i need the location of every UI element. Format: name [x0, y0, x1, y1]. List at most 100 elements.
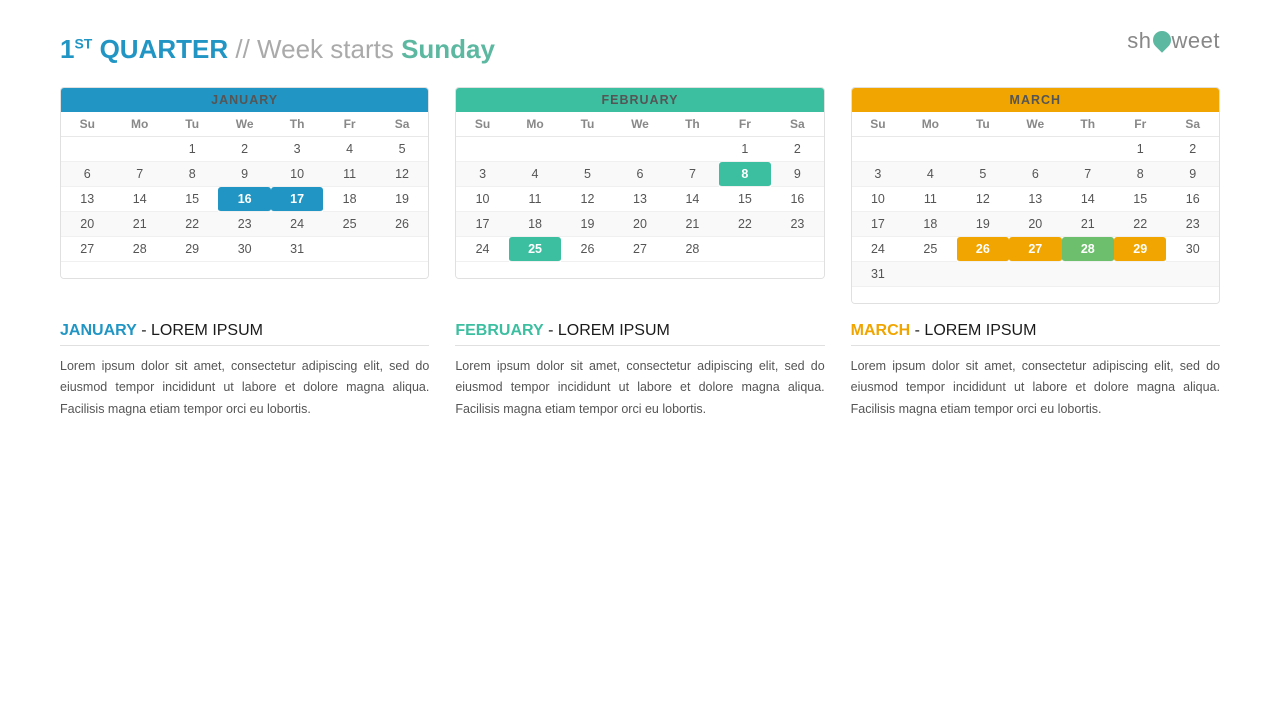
day-cell: 23: [771, 212, 824, 237]
day-cell: 7: [113, 162, 165, 187]
day-cell: [323, 237, 375, 262]
calendar-january: JANUARYSuMoTuWeThFrSa1234567891011121314…: [60, 87, 429, 304]
week-start-day: Sunday: [401, 34, 495, 64]
day-cell: [614, 137, 666, 162]
day-cell: 27: [614, 237, 666, 262]
info-body: Lorem ipsum dolor sit amet, consectetur …: [60, 356, 429, 420]
day-cell: 13: [1009, 187, 1061, 212]
day-cell: 28: [666, 237, 718, 262]
day-cell: 4: [509, 162, 561, 187]
day-cell: 31: [852, 262, 904, 287]
day-cell: 12: [561, 187, 613, 212]
day-cell: [456, 137, 508, 162]
day-cell: [376, 237, 429, 262]
day-cell: 30: [218, 237, 270, 262]
day-cell: 17: [456, 212, 508, 237]
info-title-february: FEBRUARY - LOREM IPSUM: [455, 322, 824, 340]
day-cell: 3: [271, 137, 323, 162]
logo-text-weet: weet: [1172, 28, 1220, 53]
day-cell: 6: [1009, 162, 1061, 187]
day-cell: 5: [561, 162, 613, 187]
info-title-suffix: - LOREM IPSUM: [137, 322, 263, 339]
day-cell: 11: [323, 162, 375, 187]
day-cell: [666, 137, 718, 162]
day-cell: 24: [852, 237, 904, 262]
day-cell: 22: [1114, 212, 1166, 237]
day-cell: 28: [1062, 237, 1114, 262]
info-divider: [455, 345, 824, 346]
dow-cell: Mo: [113, 112, 165, 137]
info-month-name: MARCH: [851, 322, 911, 339]
day-cell: 4: [323, 137, 375, 162]
day-cell: 13: [61, 187, 113, 212]
day-cell: 21: [1062, 212, 1114, 237]
cal-table-january: JANUARYSuMoTuWeThFrSa1234567891011121314…: [60, 87, 429, 279]
dow-cell: We: [1009, 112, 1061, 137]
day-cell: [1009, 137, 1061, 162]
dow-cell: Th: [271, 112, 323, 137]
day-cell: 18: [904, 212, 956, 237]
day-cell: [904, 137, 956, 162]
day-cell: 26: [957, 237, 1009, 262]
day-cell: 9: [1166, 162, 1219, 187]
day-cell: 29: [166, 237, 218, 262]
day-cell: 15: [719, 187, 771, 212]
day-cell: 12: [376, 162, 429, 187]
dow-cell: Th: [1062, 112, 1114, 137]
day-cell: 10: [271, 162, 323, 187]
day-cell: [719, 237, 771, 262]
day-cell: 29: [1114, 237, 1166, 262]
dow-cell: Sa: [1166, 112, 1219, 137]
dow-cell: Th: [666, 112, 718, 137]
day-cell: [904, 262, 956, 287]
day-cell: 8: [719, 162, 771, 187]
dow-cell: We: [218, 112, 270, 137]
dow-cell: Tu: [561, 112, 613, 137]
dow-cell: Fr: [719, 112, 771, 137]
cal-month-header-january: JANUARY: [61, 88, 428, 112]
subtitle: 1ST QUARTER // Week starts Sunday: [60, 34, 1220, 65]
info-body: Lorem ipsum dolor sit amet, consectetur …: [455, 356, 824, 420]
dow-cell: Mo: [904, 112, 956, 137]
day-cell: [957, 137, 1009, 162]
day-cell: 27: [1009, 237, 1061, 262]
cal-table-february: FEBRUARYSuMoTuWeThFrSa123456789101112131…: [455, 87, 824, 279]
dow-cell: Fr: [323, 112, 375, 137]
day-cell: 3: [456, 162, 508, 187]
info-block-january: JANUARY - LOREM IPSUM Lorem ipsum dolor s…: [60, 322, 429, 420]
day-cell: 18: [509, 212, 561, 237]
info-section: JANUARY - LOREM IPSUM Lorem ipsum dolor s…: [60, 322, 1220, 420]
day-cell: 2: [1166, 137, 1219, 162]
day-cell: 25: [904, 237, 956, 262]
info-month-name: FEBRUARY: [455, 322, 543, 339]
day-cell: 25: [323, 212, 375, 237]
dow-cell: Sa: [771, 112, 824, 137]
calendars-row: JANUARYSuMoTuWeThFrSa1234567891011121314…: [60, 87, 1220, 304]
info-divider: [851, 345, 1220, 346]
info-month-name: JANUARY: [60, 322, 137, 339]
day-cell: 16: [1166, 187, 1219, 212]
info-block-february: FEBRUARY - LOREM IPSUM Lorem ipsum dolor …: [455, 322, 824, 420]
day-cell: 21: [113, 212, 165, 237]
day-cell: [509, 137, 561, 162]
day-cell: 30: [1166, 237, 1219, 262]
info-title-january: JANUARY - LOREM IPSUM: [60, 322, 429, 340]
dow-cell: Fr: [1114, 112, 1166, 137]
day-cell: 20: [1009, 212, 1061, 237]
day-cell: 14: [1062, 187, 1114, 212]
day-cell: 26: [376, 212, 429, 237]
dow-cell: Tu: [166, 112, 218, 137]
day-cell: 10: [456, 187, 508, 212]
day-cell: [113, 137, 165, 162]
logo-text-sh: sh: [1127, 28, 1151, 53]
day-cell: 17: [852, 212, 904, 237]
day-cell: 19: [376, 187, 429, 212]
day-cell: 19: [561, 212, 613, 237]
day-cell: 24: [456, 237, 508, 262]
day-cell: [1166, 262, 1219, 287]
day-cell: 21: [666, 212, 718, 237]
day-cell: 19: [957, 212, 1009, 237]
day-cell: [1062, 262, 1114, 287]
ordinal-sup: ST: [74, 35, 92, 51]
day-cell: 1: [166, 137, 218, 162]
